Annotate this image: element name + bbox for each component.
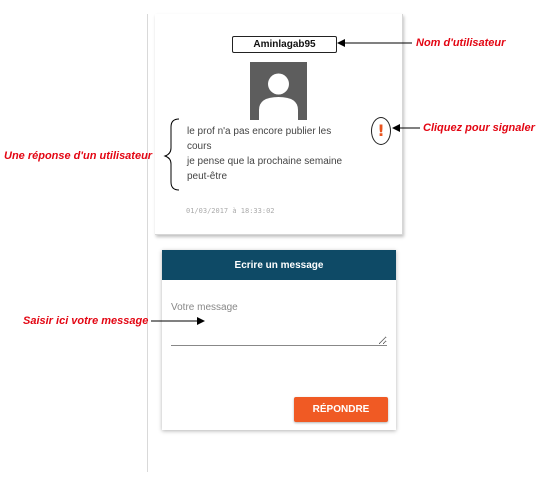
response-brace xyxy=(163,118,180,191)
annotation-input: Saisir ici votre message xyxy=(23,315,149,327)
annotation-username: Nom d'utilisateur xyxy=(416,37,506,49)
annotation-response: Une réponse d'un utilisateur xyxy=(4,150,153,162)
annotation-overlay xyxy=(151,39,420,325)
annotation-report: Cliquez pour signaler xyxy=(423,122,535,134)
